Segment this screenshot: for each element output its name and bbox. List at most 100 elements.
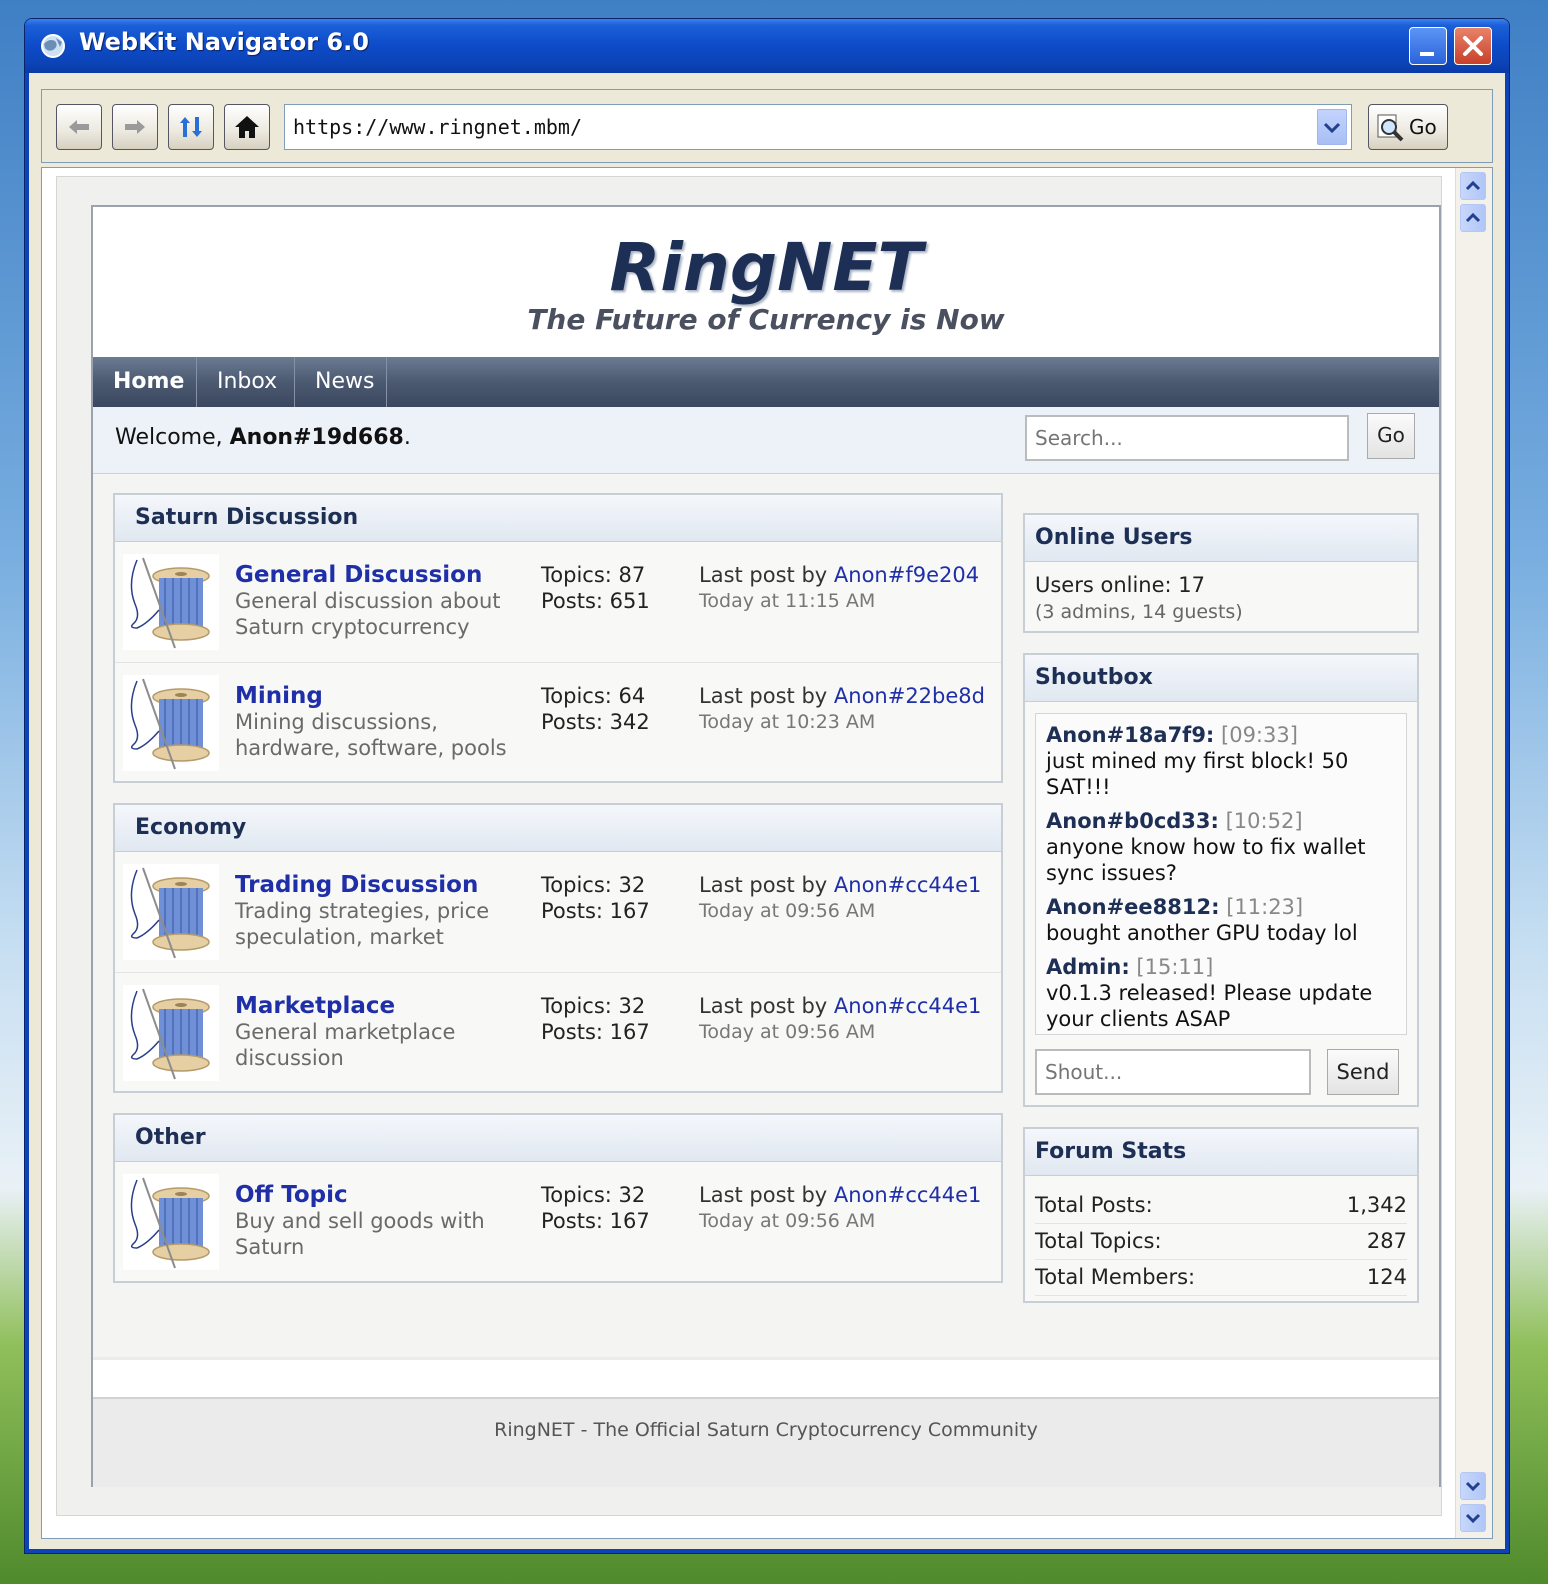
forum-title-link[interactable]: Trading Discussion bbox=[235, 872, 478, 898]
last-post-time: Today at 09:56 AM bbox=[699, 1021, 876, 1043]
site-logo[interactable]: RingNET bbox=[93, 229, 1439, 306]
stat-value: 287 bbox=[1366, 1229, 1407, 1253]
last-post-prefix: Last post by bbox=[699, 994, 834, 1018]
forum-stats: Topics: 32 Posts: 167 bbox=[541, 872, 650, 924]
stat-row: Total Posts: 1,342 bbox=[1035, 1187, 1407, 1224]
online-users-title: Online Users bbox=[1025, 515, 1417, 562]
forum-title-link[interactable]: Mining bbox=[235, 683, 323, 709]
scroll-down-button[interactable] bbox=[1460, 1472, 1486, 1500]
forum-topics: Topics: 64 bbox=[541, 684, 646, 708]
address-bar[interactable]: https://www.ringnet.mbm/ bbox=[284, 104, 1352, 150]
forum-title-link[interactable]: Off Topic bbox=[235, 1182, 348, 1208]
chevron-down-icon bbox=[1465, 1481, 1481, 1492]
search-go-button[interactable]: Go bbox=[1367, 413, 1415, 459]
window-title: WebKit Navigator 6.0 bbox=[79, 28, 369, 56]
window-border-right bbox=[1505, 73, 1509, 1553]
shout-time: [09:33] bbox=[1221, 723, 1298, 747]
shout-author: Anon#18a7f9: bbox=[1046, 723, 1215, 747]
forum-description: Mining discussions, hardware, software, … bbox=[235, 710, 507, 760]
scroll-top-button[interactable] bbox=[1460, 172, 1486, 200]
forward-arrow-icon bbox=[125, 120, 145, 134]
forum-description: General discussion about Saturn cryptocu… bbox=[235, 589, 501, 639]
title-bar[interactable]: WebKit Navigator 6.0 bbox=[25, 19, 1509, 73]
shoutbox: Shoutbox Anon#18a7f9: [09:33] just mined … bbox=[1023, 653, 1419, 1107]
stat-label: Total Posts: bbox=[1035, 1193, 1153, 1217]
shout-text: just mined my first block! 50 SAT!!! bbox=[1046, 749, 1349, 799]
forward-button[interactable] bbox=[112, 104, 158, 150]
last-post-prefix: Last post by bbox=[699, 563, 834, 587]
forum-stats: Topics: 32 Posts: 167 bbox=[541, 993, 650, 1045]
last-post-user-link[interactable]: Anon#f9e204 bbox=[834, 563, 979, 587]
app-globe-icon bbox=[41, 34, 65, 58]
shout-text: bought another GPU today lol bbox=[1046, 921, 1358, 945]
nav-home[interactable]: Home bbox=[93, 357, 197, 407]
forum-description: General marketplace discussion bbox=[235, 1020, 456, 1070]
last-post-user-link[interactable]: Anon#cc44e1 bbox=[834, 994, 982, 1018]
forum-last-post: Last post by Anon#cc44e1 Today at 09:56 … bbox=[699, 1182, 981, 1234]
stat-label: Total Topics: bbox=[1035, 1229, 1162, 1253]
address-dropdown-button[interactable] bbox=[1317, 109, 1347, 145]
last-post-prefix: Last post by bbox=[699, 684, 834, 708]
welcome-username: Anon#19d668 bbox=[229, 425, 404, 450]
magnifier-page-icon bbox=[1377, 114, 1404, 142]
last-post-user-link[interactable]: Anon#cc44e1 bbox=[834, 1183, 982, 1207]
shout-send-button[interactable]: Send bbox=[1327, 1049, 1399, 1095]
shoutbox-title: Shoutbox bbox=[1025, 655, 1417, 702]
search-input[interactable] bbox=[1025, 415, 1349, 461]
thread-spool-icon bbox=[123, 675, 219, 771]
stat-value: 1,342 bbox=[1346, 1193, 1407, 1217]
category-other: Other Off Topic Buy and sell goods with … bbox=[113, 1113, 1003, 1283]
browser-window: WebKit Navigator 6.0 https://www.ringnet… bbox=[24, 18, 1510, 1554]
vertical-scrollbar[interactable] bbox=[1455, 168, 1492, 1538]
forum-stats-box: Forum Stats Total Posts: 1,342 Total Topi… bbox=[1023, 1127, 1419, 1303]
last-post-time: Today at 09:56 AM bbox=[699, 900, 876, 922]
shout-text: v0.1.3 released! Please update your clie… bbox=[1046, 981, 1373, 1031]
forum-description: Trading strategies, price speculation, m… bbox=[235, 899, 490, 949]
shout-time: [15:11] bbox=[1136, 955, 1214, 979]
home-button[interactable] bbox=[224, 104, 270, 150]
close-button[interactable] bbox=[1454, 27, 1492, 65]
last-post-user-link[interactable]: Anon#22be8d bbox=[834, 684, 985, 708]
last-post-prefix: Last post by bbox=[699, 873, 834, 897]
close-icon bbox=[1463, 36, 1483, 56]
forum-topics: Topics: 32 bbox=[541, 873, 646, 897]
scroll-bottom-button[interactable] bbox=[1460, 1504, 1486, 1532]
site-nav: Home Inbox News bbox=[93, 357, 1439, 407]
forum-last-post: Last post by Anon#cc44e1 Today at 09:56 … bbox=[699, 993, 981, 1045]
forum-posts: Posts: 651 bbox=[541, 589, 650, 613]
back-button[interactable] bbox=[56, 104, 102, 150]
forum-title-link[interactable]: Marketplace bbox=[235, 993, 395, 1019]
shout-input[interactable] bbox=[1035, 1049, 1311, 1095]
minimize-button[interactable] bbox=[1409, 27, 1447, 65]
online-count: Users online: 17 bbox=[1035, 573, 1206, 597]
nav-inbox[interactable]: Inbox bbox=[197, 357, 295, 407]
shout-author: Anon#ee8812: bbox=[1046, 895, 1220, 919]
last-post-time: Today at 10:23 AM bbox=[699, 711, 876, 733]
go-button-label: Go bbox=[1409, 115, 1437, 139]
shout-message: Admin: [15:11] v0.1.3 released! Please up… bbox=[1046, 954, 1396, 1032]
forum-posts: Posts: 167 bbox=[541, 1020, 650, 1044]
shout-text: anyone know how to fix wallet sync issue… bbox=[1046, 835, 1366, 885]
refresh-button[interactable] bbox=[168, 104, 214, 150]
forum-row: Marketplace General marketplace discussi… bbox=[115, 973, 1001, 1093]
online-breakdown: (3 admins, 14 guests) bbox=[1035, 601, 1243, 623]
content-divider bbox=[93, 1357, 1439, 1400]
category-economy: Economy Trading Discussion Trading strat… bbox=[113, 803, 1003, 1093]
shout-time: [11:23] bbox=[1226, 895, 1304, 919]
scroll-up-button[interactable] bbox=[1460, 204, 1486, 232]
forum-posts: Posts: 342 bbox=[541, 710, 650, 734]
forum-last-post: Last post by Anon#cc44e1 Today at 09:56 … bbox=[699, 872, 981, 924]
last-post-user-link[interactable]: Anon#cc44e1 bbox=[834, 873, 982, 897]
go-button[interactable]: Go bbox=[1368, 104, 1448, 150]
last-post-time: Today at 09:56 AM bbox=[699, 1210, 876, 1232]
welcome-prefix: Welcome, bbox=[115, 425, 230, 450]
shout-list[interactable]: Anon#18a7f9: [09:33] just mined my first … bbox=[1035, 713, 1407, 1035]
page-viewport[interactable]: RingNET The Future of Currency is Now Ho… bbox=[41, 167, 1493, 1539]
chevron-up-icon bbox=[1465, 180, 1481, 191]
nav-news[interactable]: News bbox=[295, 357, 387, 407]
back-arrow-icon bbox=[69, 120, 89, 134]
forum-posts: Posts: 167 bbox=[541, 1209, 650, 1233]
forum-topics: Topics: 32 bbox=[541, 1183, 646, 1207]
forum-topics: Topics: 87 bbox=[541, 563, 646, 587]
forum-title-link[interactable]: General Discussion bbox=[235, 562, 482, 588]
